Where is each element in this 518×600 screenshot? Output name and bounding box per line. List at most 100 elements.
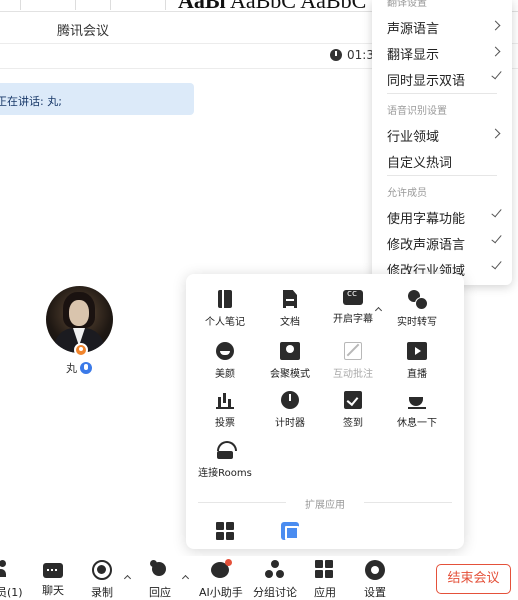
menu-item-label: 使用字幕功能 <box>387 212 466 227</box>
app-label: 休息一下 <box>397 418 437 429</box>
chevron-up-icon[interactable] <box>181 574 190 583</box>
toolbar-fragment <box>110 0 166 10</box>
current-speaker-banner: 正在讲话: 丸; <box>0 83 194 115</box>
apps-icon <box>315 560 335 580</box>
app-label: 签到 <box>343 418 363 429</box>
gear-icon <box>365 560 385 580</box>
document-icon <box>283 290 297 308</box>
notebook-icon <box>218 290 232 308</box>
app-sign-in[interactable]: 签到 <box>318 391 388 429</box>
gallery-icon <box>280 342 300 360</box>
chevron-up-icon[interactable] <box>123 574 132 583</box>
app-vote[interactable]: 投票 <box>190 391 260 429</box>
clock-icon <box>330 49 342 61</box>
app-label: 计时器 <box>275 418 305 429</box>
app-take-a-break[interactable]: 休息一下 <box>382 391 452 429</box>
menu-item-modify-source-language[interactable]: 修改声源语言 <box>387 232 502 253</box>
app-beauty[interactable]: 美颜 <box>190 342 260 380</box>
react-icon <box>150 560 170 580</box>
app-gallery-mode[interactable]: 会聚模式 <box>255 342 325 380</box>
caption-icon <box>343 289 363 305</box>
app-label: 个人笔记 <box>205 317 245 328</box>
chevron-right-icon <box>490 46 501 57</box>
ai-assistant-label: AI小助手 <box>199 586 243 599</box>
app-label: 投票 <box>215 418 235 429</box>
app-connect-rooms[interactable]: 连接Rooms <box>190 441 260 479</box>
extension-app-1[interactable] <box>190 522 260 545</box>
chat-icon <box>43 563 63 578</box>
breakout-label: 分组讨论 <box>253 586 297 599</box>
settings-label: 设置 <box>364 586 386 599</box>
app-label: 美颜 <box>215 369 235 380</box>
check-icon <box>491 258 502 270</box>
app-documents[interactable]: 文档 <box>255 290 325 328</box>
record-label: 录制 <box>91 586 113 599</box>
app-interactive-annotation[interactable]: 互动批注 <box>318 342 388 380</box>
menu-item-use-captions[interactable]: 使用字幕功能 <box>387 206 502 227</box>
members-button[interactable]: 员(1) <box>0 560 23 600</box>
menu-item-label: 行业领域 <box>387 130 440 145</box>
extension-app-icon <box>281 522 299 540</box>
menu-item-label: 同时显示双语 <box>387 74 466 89</box>
avatar-face <box>69 300 89 326</box>
extension-grid-icon <box>216 522 234 540</box>
menu-item-translation-display[interactable]: 翻译显示 <box>387 44 501 63</box>
react-button[interactable]: 回应 <box>149 560 171 600</box>
host-badge-icon <box>74 343 88 357</box>
ai-assistant-icon <box>210 559 232 580</box>
menu-item-label: 声源语言 <box>387 22 440 37</box>
menu-item-custom-hotwords[interactable]: 自定义热词 <box>387 152 499 171</box>
app-label: 文档 <box>280 317 300 328</box>
ai-assistant-button[interactable]: AI小助手 <box>199 559 243 600</box>
app-live-stream[interactable]: 直播 <box>382 342 452 380</box>
breakout-icon <box>265 560 285 580</box>
timer-icon <box>281 391 299 409</box>
menu-item-label: 自定义热词 <box>387 156 453 171</box>
app-realtime-transcription[interactable]: 实时转写 <box>382 290 452 328</box>
menu-section-allow-members: 允许成员 <box>387 188 427 199</box>
menu-item-bilingual[interactable]: 同时显示双语 <box>387 68 502 89</box>
app-label: 实时转写 <box>397 317 437 328</box>
react-label: 回应 <box>149 586 171 599</box>
menu-item-label: 修改声源语言 <box>387 238 466 253</box>
record-button[interactable]: 录制 <box>91 560 113 600</box>
coffee-icon <box>408 391 426 409</box>
members-label: 员(1) <box>0 586 23 599</box>
record-icon <box>92 560 112 580</box>
app-timer[interactable]: 计时器 <box>255 391 325 429</box>
style-preview-normal: AaBbC AaBbC <box>230 0 366 11</box>
breakout-button[interactable]: 分组讨论 <box>253 560 297 600</box>
menu-divider <box>387 175 497 176</box>
apps-button[interactable]: 应用 <box>314 560 336 600</box>
chat-button[interactable]: 聊天 <box>42 560 64 598</box>
live-icon <box>407 342 427 360</box>
settings-button[interactable]: 设置 <box>364 560 386 600</box>
extension-app-2[interactable] <box>255 522 325 545</box>
app-label: 连接Rooms <box>198 468 252 479</box>
members-icon <box>0 560 19 580</box>
rooms-icon <box>216 441 237 459</box>
timer-text: 01:3 <box>347 48 374 62</box>
menu-section-translation: 翻译设置 <box>387 0 427 9</box>
menu-item-label: 翻译显示 <box>387 48 440 63</box>
check-icon <box>491 206 502 218</box>
beauty-icon <box>216 342 234 360</box>
menu-item-industry[interactable]: 行业领域 <box>387 126 501 145</box>
transcribe-icon <box>408 290 428 310</box>
chevron-right-icon <box>490 20 501 31</box>
toolbar-fragment <box>20 0 76 10</box>
menu-section-speech-recognition: 语音识别设置 <box>387 106 447 117</box>
microphone-icon <box>80 362 92 374</box>
app-label: 互动批注 <box>333 369 373 380</box>
style-previews: AaBl AaBbC AaBbC <box>178 0 366 11</box>
vote-icon <box>216 391 234 409</box>
apps-panel: 个人笔记 文档 开启字幕 实时转写 美颜 会聚模式 互动批注 直播 投票 计时器 <box>186 274 464 549</box>
chevron-right-icon <box>490 128 501 139</box>
annotation-icon <box>344 342 362 360</box>
end-meeting-button[interactable]: 结束会议 <box>436 564 511 594</box>
caption-settings-menu: 翻译设置 声源语言 翻译显示 同时显示双语 语音识别设置 行业领域 自定义热词 … <box>372 0 512 285</box>
extension-apps-title: 扩展应用 <box>198 496 452 511</box>
app-personal-notes[interactable]: 个人笔记 <box>190 290 260 328</box>
menu-item-source-language[interactable]: 声源语言 <box>387 18 501 37</box>
app-label: 会聚模式 <box>270 369 310 380</box>
